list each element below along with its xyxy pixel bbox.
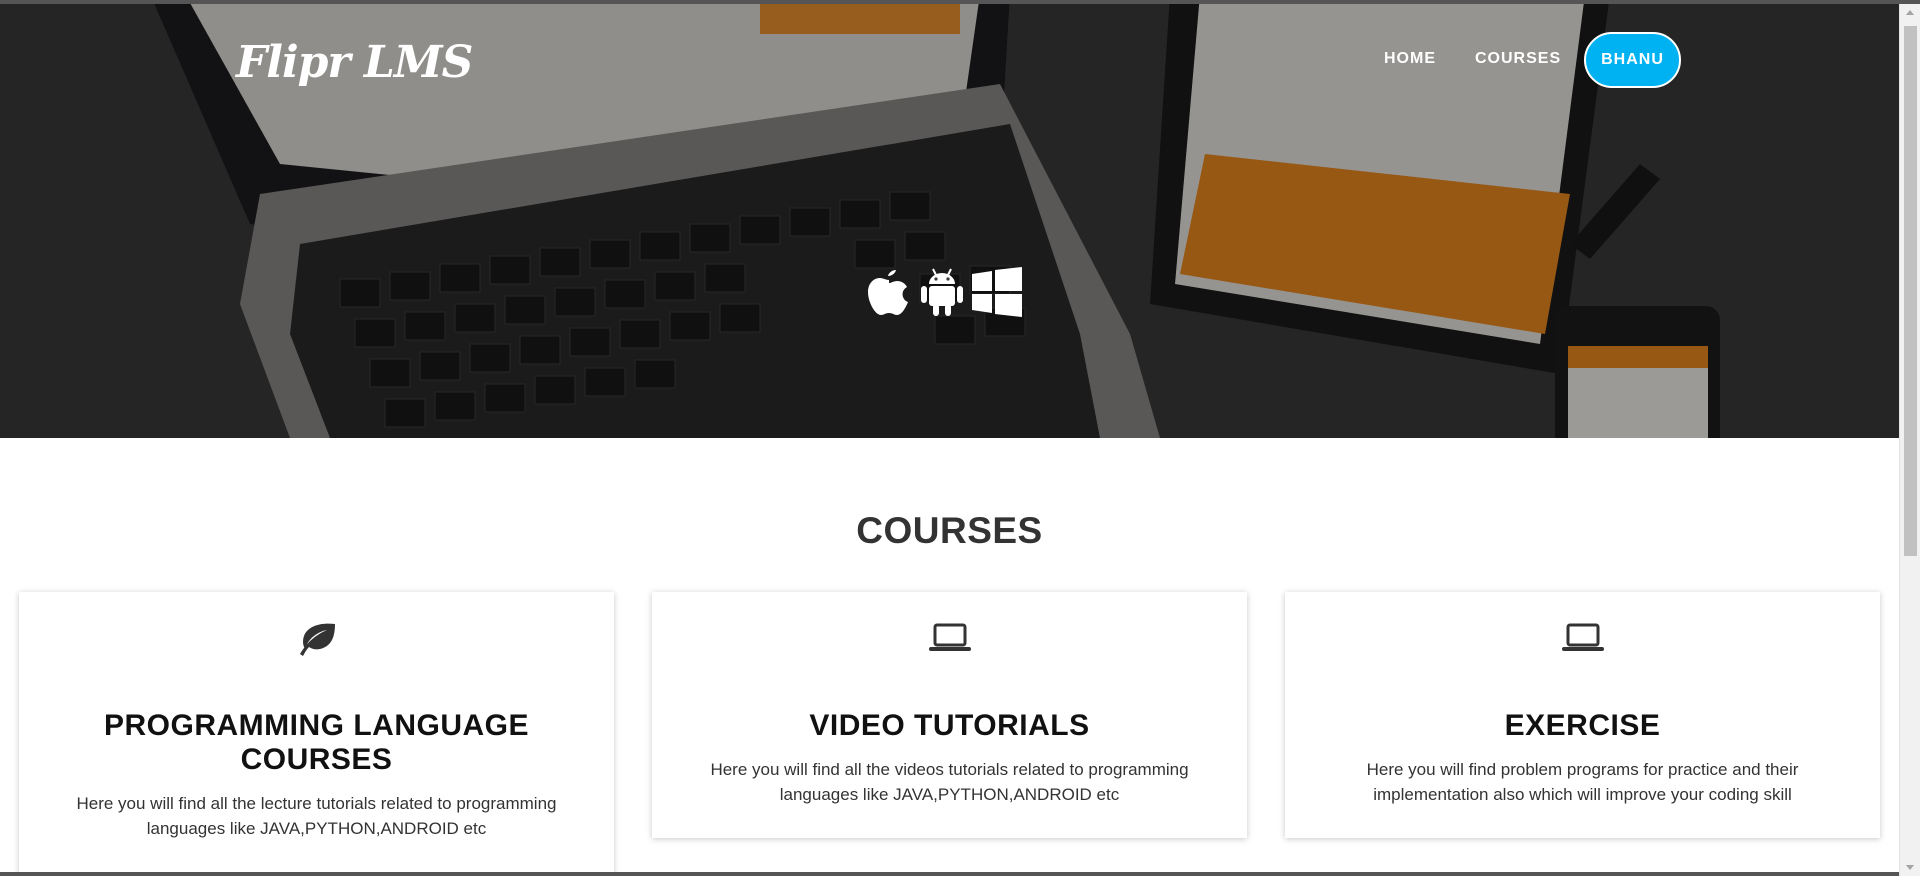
course-card-video-tutorials[interactable]: VIDEO TUTORIALS Here you will find all t… xyxy=(652,592,1247,838)
leaf-icon xyxy=(299,623,335,656)
user-profile-button[interactable]: BHANU xyxy=(1584,32,1681,88)
card-description: Here you will find all the lecture tutor… xyxy=(76,794,557,838)
card-title: VIDEO TUTORIALS xyxy=(809,709,1090,742)
scroll-down-arrow-icon[interactable] xyxy=(1906,865,1914,870)
card-title: PROGRAMMING LANGUAGE COURSES xyxy=(104,709,529,776)
vertical-scrollbar[interactable] xyxy=(1899,4,1920,876)
course-card-programming[interactable]: PROGRAMMING LANGUAGE COURSES Here you wi… xyxy=(19,592,614,876)
card-title: EXERCISE xyxy=(1504,709,1661,742)
course-card-exercise[interactable]: EXERCISE Here you will find problem prog… xyxy=(1285,592,1880,838)
windows-icon xyxy=(972,267,1022,317)
hero-banner: Flipr LMS HOME COURSES BHANU xyxy=(0,4,1899,438)
nav-courses-link[interactable]: COURSES xyxy=(1475,50,1561,68)
brand-logo[interactable]: Flipr LMS xyxy=(236,37,473,88)
card-description: Here you will find problem programs for … xyxy=(1366,760,1799,804)
laptop-icon xyxy=(1561,623,1604,651)
scrollbar-thumb[interactable] xyxy=(1904,26,1917,556)
platform-icons xyxy=(866,264,1022,320)
apple-icon xyxy=(868,270,908,315)
laptop-icon xyxy=(928,623,971,651)
nav-home-link[interactable]: HOME xyxy=(1384,50,1436,68)
card-description: Here you will find all the videos tutori… xyxy=(710,760,1189,804)
android-icon xyxy=(921,268,963,316)
page: Flipr LMS HOME COURSES BHANU COURSES PRO… xyxy=(0,0,1920,876)
scroll-up-arrow-icon[interactable] xyxy=(1906,10,1914,15)
courses-section-title: COURSES xyxy=(856,510,1043,551)
bottom-border xyxy=(0,872,1899,876)
